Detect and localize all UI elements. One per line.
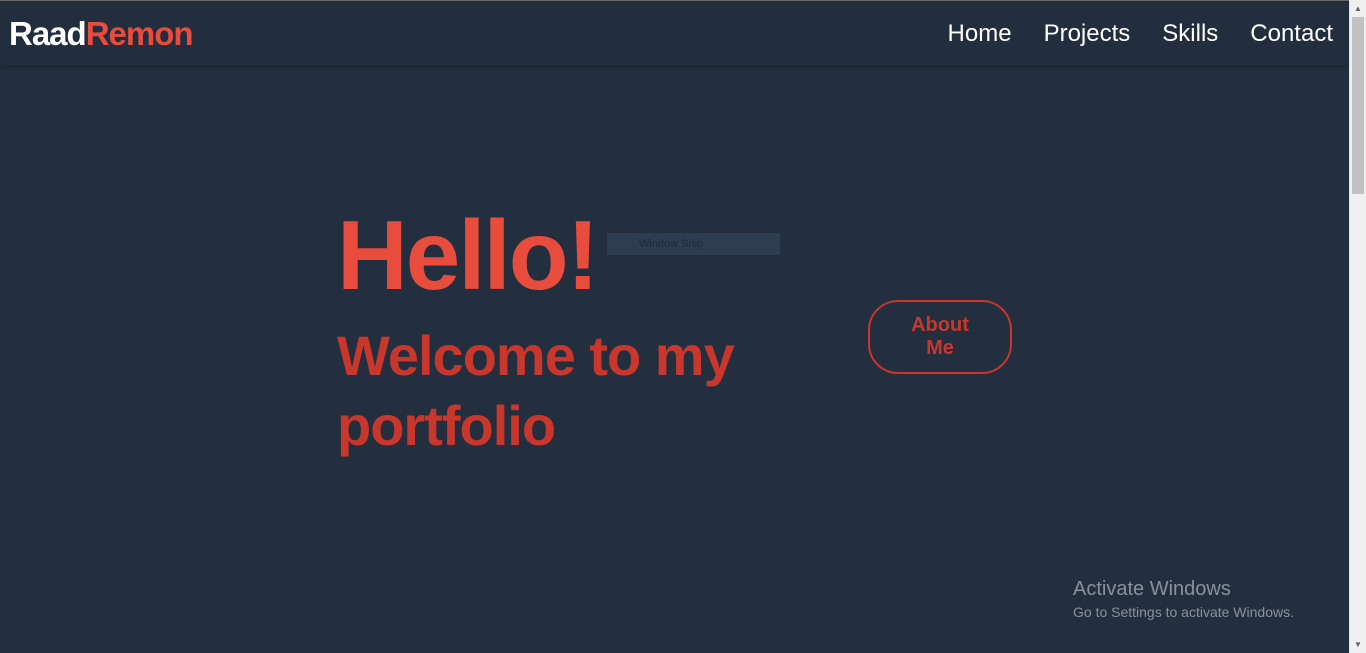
activate-windows-title: Activate Windows: [1073, 578, 1231, 600]
logo-first-name: Raad: [9, 15, 87, 52]
nav-link-home[interactable]: Home: [948, 16, 1012, 52]
navbar: RaadRemon Home Projects Skills Contact: [0, 2, 1349, 65]
window-snip-overlay: Window Snip: [607, 233, 780, 255]
site-logo[interactable]: RaadRemon: [9, 14, 194, 54]
scroll-up-arrow-icon[interactable]: ▲: [1350, 0, 1366, 17]
scroll-down-arrow-icon[interactable]: ▼: [1350, 636, 1366, 653]
nav-link-contact[interactable]: Contact: [1250, 16, 1333, 52]
nav-link-projects[interactable]: Projects: [1044, 16, 1131, 52]
logo-last-name: Remon: [85, 15, 194, 52]
hero-greeting: Hello!: [337, 200, 599, 310]
vertical-scrollbar[interactable]: ▲ ▼: [1349, 0, 1366, 653]
scrollbar-thumb[interactable]: [1352, 17, 1364, 194]
about-me-button[interactable]: About Me: [868, 300, 1012, 374]
browser-viewport: RaadRemon Home Projects Skills Contact H…: [0, 0, 1349, 653]
nav-link-skills[interactable]: Skills: [1162, 16, 1218, 52]
activate-windows-watermark: Activate Windows Go to Settings to activ…: [1073, 577, 1294, 623]
nav-links: Home Projects Skills Contact: [948, 16, 1333, 52]
hero-subtitle: Welcome to my portfolio: [337, 324, 735, 457]
activate-windows-subtitle: Go to Settings to activate Windows.: [1073, 604, 1294, 620]
